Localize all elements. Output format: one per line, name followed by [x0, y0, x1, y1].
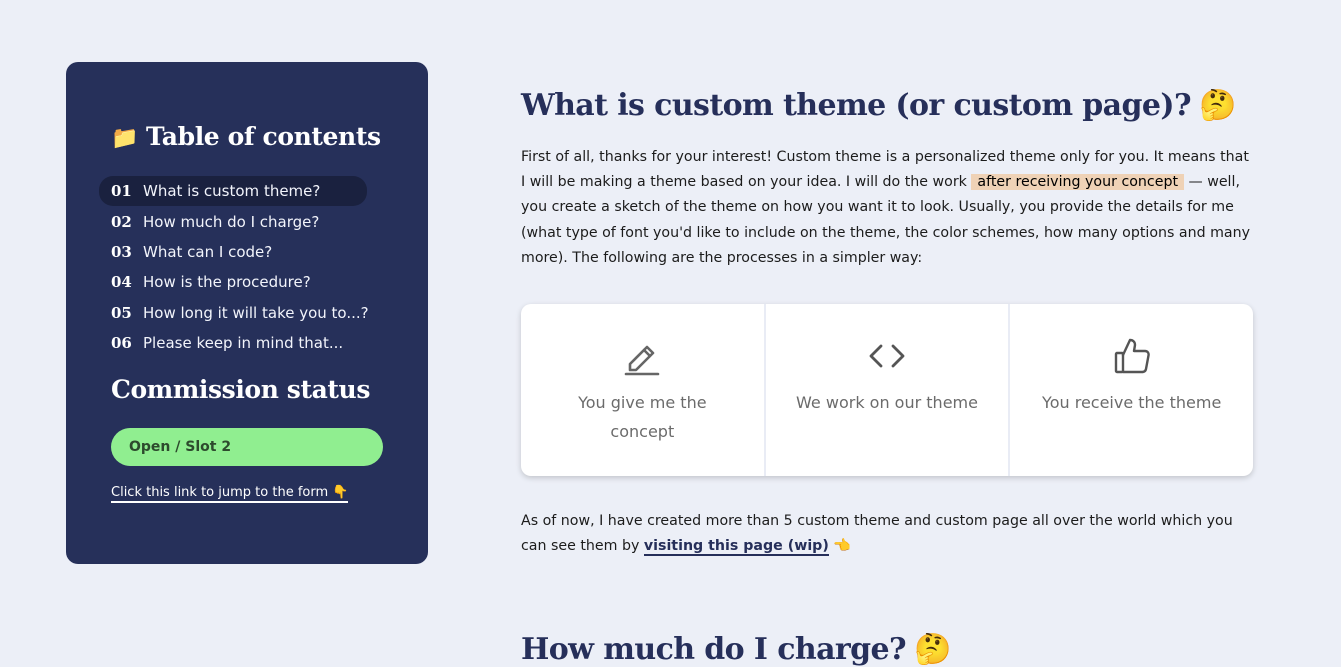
process-card-text: We work on our theme [796, 393, 978, 412]
commission-status-title: Commission status [111, 375, 370, 404]
pointing-left-icon: 👈 [833, 538, 852, 555]
toc-item-4[interactable]: 04 How is the procedure? [99, 267, 399, 297]
toc-number: 01 [111, 182, 132, 201]
form-link-text: Click this link to jump to the form [111, 485, 329, 500]
process-card-text: You receive the theme [1042, 393, 1222, 412]
toc-item-3[interactable]: 03 What can I code? [99, 237, 399, 267]
toc-label: What is custom theme? [143, 182, 321, 201]
toc-number: 05 [111, 303, 132, 322]
commission-status-badge: Open / Slot 2 [111, 428, 383, 466]
toc-number: 03 [111, 242, 132, 261]
intro-highlight: after receiving your concept [971, 174, 1185, 191]
toc-item-5[interactable]: 05 How long it will take you to...? [99, 298, 399, 328]
toc-title-text: Table of contents [146, 122, 381, 151]
pencil-icon [625, 345, 660, 376]
toc-number: 04 [111, 273, 132, 292]
folder-icon: 📁 [111, 125, 138, 151]
code-icon [869, 344, 905, 368]
process-card-concept: You give me the concept [521, 304, 766, 476]
outro-paragraph: As of now, I have created more than 5 cu… [521, 509, 1255, 559]
toc-item-1[interactable]: 01 What is custom theme? [99, 176, 367, 207]
toc-item-6[interactable]: 06 Please keep in mind that... [99, 328, 399, 358]
toc-title: 📁 Table of contents [111, 122, 381, 151]
section-heading: What is custom theme (or custom page)? 🤔 [521, 88, 1236, 123]
toc-label: How long it will take you to...? [143, 303, 369, 322]
toc-number: 02 [111, 212, 132, 231]
next-section-heading: How much do I charge? 🤔 [521, 632, 951, 667]
outro-text: As of now, I have created more than 5 cu… [521, 513, 1233, 555]
process-card-receive: You receive the theme [1010, 304, 1253, 476]
process-card-work: We work on our theme [766, 304, 1011, 476]
toc-item-2[interactable]: 02 How much do I charge? [99, 206, 399, 236]
toc-list: 01 What is custom theme? 02 How much do … [99, 176, 399, 358]
intro-paragraph: First of all, thanks for your interest! … [521, 145, 1255, 271]
jump-to-form-link[interactable]: Click this link to jump to the form 👇 [111, 485, 349, 503]
sidebar: 📁 Table of contents 01 What is custom the… [66, 62, 428, 564]
section-heading-text: What is custom theme (or custom page)? [521, 88, 1192, 123]
toc-label: How much do I charge? [143, 212, 320, 231]
thinking-face-icon: 🤔 [1198, 88, 1236, 123]
toc-label: Please keep in mind that... [143, 334, 344, 353]
toc-label: What can I code? [143, 242, 273, 261]
toc-label: How is the procedure? [143, 273, 311, 292]
process-card-text: You give me the concept [578, 393, 707, 441]
thumbs-up-icon [1114, 338, 1150, 374]
next-heading-text: How much do I charge? [521, 632, 907, 667]
process-cards: You give me the concept We work on our t… [521, 304, 1253, 476]
thinking-face-icon: 🤔 [913, 632, 951, 667]
toc-number: 06 [111, 334, 132, 353]
pointing-down-icon: 👇 [332, 485, 349, 500]
visit-page-link[interactable]: visiting this page (wip) [643, 538, 829, 557]
